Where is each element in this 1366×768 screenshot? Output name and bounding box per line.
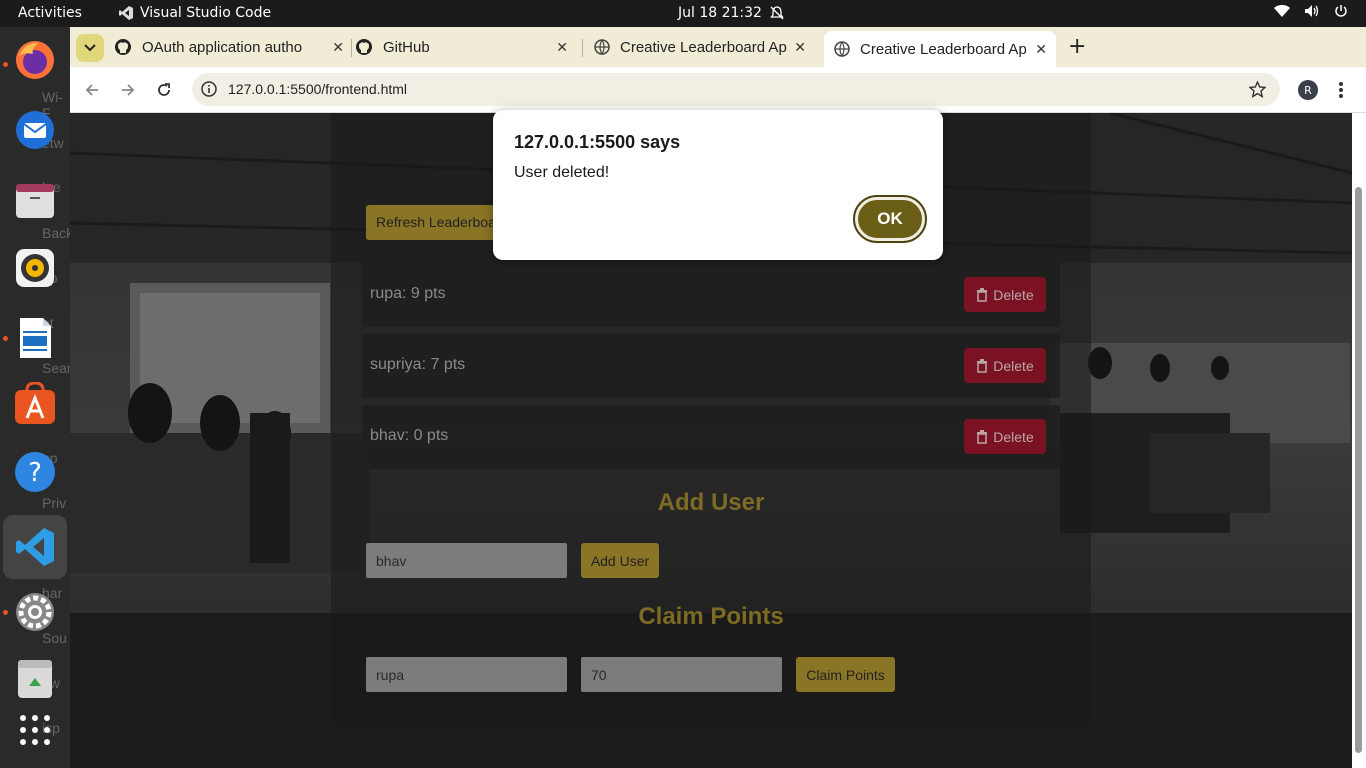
vscode-icon[interactable] bbox=[3, 515, 67, 579]
delete-label: Delete bbox=[993, 428, 1034, 445]
clock-datetime: Jul 18 21:32 bbox=[678, 5, 762, 21]
close-tab-icon[interactable]: ✕ bbox=[556, 39, 568, 56]
delete-label: Delete bbox=[993, 286, 1034, 303]
files-icon[interactable] bbox=[12, 177, 58, 223]
claim-username-input[interactable] bbox=[366, 657, 567, 692]
tab-title: Creative Leaderboard Ap bbox=[860, 40, 1026, 58]
trash-icon bbox=[977, 287, 988, 302]
globe-icon bbox=[834, 41, 850, 57]
tab-oauth[interactable]: OAuth application autho ✕ bbox=[114, 27, 344, 67]
ghost-label: Sear bbox=[42, 360, 72, 376]
tab-leaderboard-1[interactable]: Creative Leaderboard Ap ✕ bbox=[594, 27, 810, 67]
tab-divider bbox=[582, 39, 583, 57]
close-tab-icon[interactable]: ✕ bbox=[1035, 41, 1047, 58]
close-tab-icon[interactable]: ✕ bbox=[794, 39, 806, 56]
svg-text:?: ? bbox=[28, 458, 42, 488]
vscode-small-icon bbox=[119, 6, 133, 20]
trash-icon[interactable] bbox=[12, 655, 58, 701]
refresh-leaderboard-button[interactable]: Refresh Leaderboard bbox=[366, 205, 512, 240]
ghost-label: Priv bbox=[42, 495, 67, 511]
user-entry: bhav: 0 pts bbox=[370, 427, 449, 444]
focused-app-menu[interactable]: Visual Studio Code bbox=[118, 5, 271, 21]
tab-leaderboard-active[interactable]: Creative Leaderboard Ap ✕ bbox=[824, 31, 1056, 67]
close-tab-icon[interactable]: ✕ bbox=[332, 39, 344, 56]
system-top-bar: Activities Visual Studio Code Jul 18 21:… bbox=[0, 0, 1366, 27]
delete-button[interactable]: Delete bbox=[964, 419, 1046, 454]
trash-icon bbox=[977, 429, 988, 444]
profile-avatar[interactable]: R bbox=[1298, 80, 1318, 100]
user-entry: supriya: 7 pts bbox=[370, 356, 466, 373]
chevron-down-icon bbox=[84, 44, 96, 52]
new-tab-button[interactable]: + bbox=[1068, 34, 1086, 59]
tab-strip: OAuth application autho ✕ GitHub ✕ Creat… bbox=[70, 27, 1366, 67]
points-input[interactable] bbox=[581, 657, 782, 692]
settings-icon[interactable] bbox=[12, 589, 58, 635]
leaderboard-row: bhav: 0 pts Delete bbox=[362, 405, 1060, 469]
rhythmbox-icon[interactable] bbox=[12, 245, 58, 291]
leaderboard-row: supriya: 7 pts Delete bbox=[362, 334, 1060, 398]
tab-search-button[interactable] bbox=[76, 34, 104, 62]
focused-app-name: Visual Studio Code bbox=[140, 5, 272, 21]
ghost-label: Back bbox=[42, 225, 74, 241]
dialog-message: User deleted! bbox=[514, 164, 610, 181]
running-indicator bbox=[3, 336, 8, 341]
scrollbar-thumb[interactable] bbox=[1355, 187, 1362, 753]
tab-github[interactable]: GitHub ✕ bbox=[355, 27, 570, 67]
add-user-button[interactable]: Add User bbox=[581, 543, 659, 578]
add-user-heading: Add User bbox=[657, 489, 765, 516]
delete-button[interactable]: Delete bbox=[964, 277, 1046, 312]
app-center-icon[interactable] bbox=[12, 381, 58, 427]
dialog-title: 127.0.0.1:5500 says bbox=[514, 132, 681, 152]
system-status-area[interactable] bbox=[1274, 4, 1348, 18]
app-grid-icon[interactable] bbox=[12, 707, 58, 753]
navigation-bar: 127.0.0.1:5500/frontend.html R bbox=[70, 67, 1366, 113]
url-text: 127.0.0.1:5500/frontend.html bbox=[228, 81, 408, 97]
tab-title: Creative Leaderboard Ap bbox=[620, 38, 787, 56]
running-indicator bbox=[3, 62, 8, 67]
github-icon bbox=[356, 39, 372, 55]
thunderbird-icon[interactable] bbox=[12, 107, 58, 153]
alert-dialog: 127.0.0.1:5500 says User deleted! OK bbox=[493, 110, 943, 260]
power-icon bbox=[1335, 5, 1347, 17]
notifications-muted-icon bbox=[770, 6, 784, 20]
globe-icon bbox=[594, 39, 610, 55]
username-input[interactable] bbox=[366, 543, 567, 578]
page-scrollbar[interactable] bbox=[1352, 113, 1366, 768]
help-icon[interactable]: ? bbox=[12, 449, 58, 495]
tab-title: GitHub bbox=[383, 38, 430, 56]
browser-menu-icon[interactable] bbox=[1338, 81, 1344, 99]
clock[interactable]: Jul 18 21:32 bbox=[678, 5, 784, 21]
forward-icon[interactable] bbox=[120, 82, 136, 98]
dock: Wi-F etw lue Back pp ot Sear ul pp Priv … bbox=[0, 27, 74, 768]
profile-initial: R bbox=[1304, 83, 1312, 97]
tab-title: OAuth application autho bbox=[142, 38, 302, 56]
trash-icon bbox=[977, 358, 988, 373]
reload-icon[interactable] bbox=[156, 82, 172, 98]
bookmark-star-icon[interactable] bbox=[1249, 81, 1266, 98]
tab-divider bbox=[351, 39, 352, 57]
github-icon bbox=[115, 39, 131, 55]
back-icon[interactable] bbox=[84, 82, 100, 98]
leaderboard-row: rupa: 9 pts Delete bbox=[362, 263, 1060, 327]
writer-icon[interactable] bbox=[12, 315, 58, 361]
activities-button[interactable]: Activities bbox=[18, 5, 82, 21]
volume-icon bbox=[1305, 5, 1319, 17]
user-entry: rupa: 9 pts bbox=[370, 285, 446, 302]
firefox-icon[interactable] bbox=[12, 37, 58, 83]
ok-button[interactable]: OK bbox=[853, 195, 927, 243]
claim-points-heading: Claim Points bbox=[638, 603, 784, 630]
running-indicator bbox=[3, 610, 8, 615]
claim-points-button[interactable]: Claim Points bbox=[796, 657, 895, 692]
delete-label: Delete bbox=[993, 357, 1034, 374]
site-info-icon[interactable] bbox=[201, 81, 217, 97]
address-bar[interactable]: 127.0.0.1:5500/frontend.html bbox=[192, 73, 1280, 106]
delete-button[interactable]: Delete bbox=[964, 348, 1046, 383]
wifi-icon bbox=[1274, 5, 1290, 17]
